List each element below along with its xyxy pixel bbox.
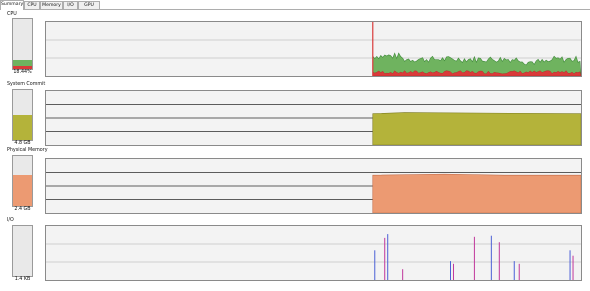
tab-summary[interactable]: Summary bbox=[0, 0, 24, 10]
io-section-title: I/O bbox=[7, 218, 14, 223]
physical-history-graph bbox=[45, 158, 582, 214]
physical-gauge bbox=[12, 155, 33, 207]
io-history-plot bbox=[46, 234, 581, 280]
physical-gauge-fill bbox=[13, 175, 32, 206]
physical-history-plot bbox=[46, 172, 581, 213]
io-history-graph bbox=[45, 225, 582, 281]
io-gauge bbox=[12, 225, 33, 277]
cpu-gauge-value: 18.44% bbox=[13, 70, 32, 75]
cpu-gauge-kernel-fill bbox=[13, 66, 32, 69]
physical-section-title: Physical Memory bbox=[7, 148, 48, 153]
commit-history-graph bbox=[45, 90, 582, 146]
cpu-gauge bbox=[12, 18, 33, 70]
cpu-history-graph bbox=[45, 21, 582, 77]
tab-cpu[interactable]: CPU bbox=[24, 1, 40, 9]
tab-strip: Summary CPU Memory I/O GPU bbox=[0, 0, 590, 10]
commit-gauge bbox=[12, 89, 33, 141]
commit-gauge-fill bbox=[13, 115, 32, 140]
commit-section-title: System Commit bbox=[7, 82, 46, 87]
tab-io[interactable]: I/O bbox=[63, 1, 78, 9]
tab-memory[interactable]: Memory bbox=[40, 1, 63, 9]
io-gauge-value: 1.4 KB bbox=[14, 277, 31, 282]
physical-gauge-value: 2.4 GB bbox=[14, 207, 31, 212]
physical-area bbox=[372, 173, 581, 213]
commit-area bbox=[372, 112, 581, 145]
tab-gpu[interactable]: GPU bbox=[78, 1, 100, 9]
cpu-history-plot bbox=[46, 22, 581, 76]
commit-history-plot bbox=[46, 104, 581, 145]
commit-gauge-value: 4.8 GB bbox=[14, 141, 31, 146]
